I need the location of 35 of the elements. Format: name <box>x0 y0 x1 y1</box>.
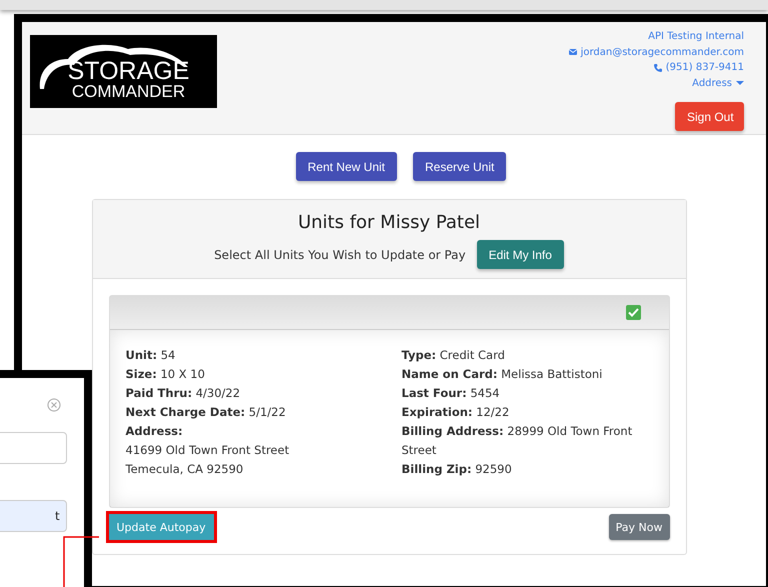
input-field[interactable] <box>0 432 67 464</box>
logo-text: COMMANDER <box>72 83 186 100</box>
highlighted-button[interactable]: Update Autopay <box>106 511 217 543</box>
panel-subtitle: Select All Units You Wish to Update or Pay <box>214 248 466 262</box>
caret-icon <box>736 81 744 86</box>
action-button[interactable]: Reserve Unit <box>413 152 506 181</box>
logo-text: STORAGE <box>68 60 190 83</box>
detail-text: Size: 10 X 10 <box>126 366 206 383</box>
detail-text: Next Charge Date: 5/1/22 <box>126 404 287 421</box>
address-line: 41699 Old Town Front Street <box>126 442 290 459</box>
detail-text: Name on Card: Melissa Battistoni <box>402 366 604 383</box>
account-name: API Testing Internal <box>648 30 744 44</box>
checkbox[interactable] <box>626 305 640 320</box>
detail-heading: Address: <box>126 423 184 440</box>
sign-out-button[interactable]: Sign Out <box>675 102 744 131</box>
card-button[interactable]: Pay Now <box>608 514 670 540</box>
leader-line <box>62 536 100 587</box>
detail-text: Billing Zip: 92590 <box>402 461 513 478</box>
address-dropdown[interactable]: Address <box>692 76 744 91</box>
phone-icon <box>654 64 662 72</box>
detail-text: Type: Credit Card <box>402 347 506 364</box>
input-field[interactable]: t <box>0 500 67 532</box>
action-button[interactable]: Rent New Unit <box>296 152 397 181</box>
close-icon[interactable] <box>47 398 61 412</box>
panel-title: Units for Missy Patel <box>298 211 480 235</box>
detail-text: Last Four: 5454 <box>402 385 501 402</box>
detail-text: Paid Thru: 4/30/22 <box>126 385 242 402</box>
detail-text: Billing Address: 28999 Old Town Front Street <box>402 423 634 459</box>
edit-info-button[interactable]: Edit My Info <box>476 240 564 269</box>
address-line: Temecula, CA 92590 <box>126 461 244 478</box>
mail-icon <box>568 49 577 56</box>
email-link[interactable]: jordan@storagecommander.com <box>568 44 744 60</box>
detail-text: Unit: 54 <box>126 347 176 364</box>
detail-text: Expiration: 12/22 <box>402 404 510 421</box>
phone-link[interactable]: (951) 837-9411 <box>654 60 744 76</box>
